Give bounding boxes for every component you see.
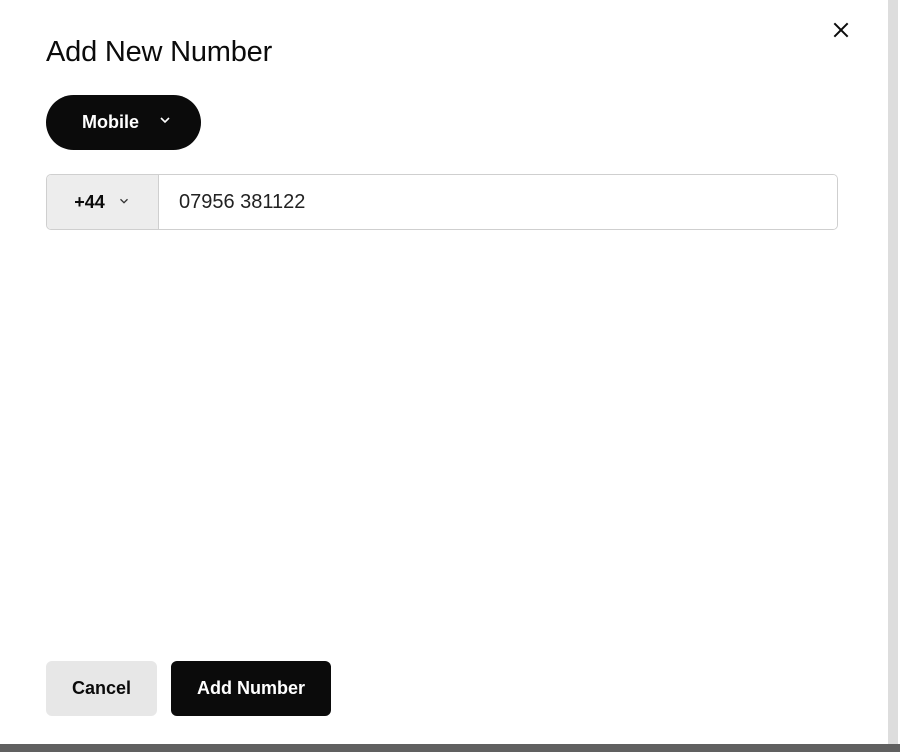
scrollbar-track[interactable]	[888, 0, 898, 744]
cancel-button[interactable]: Cancel	[46, 661, 157, 716]
phone-field-group: +44	[46, 174, 838, 230]
chevron-down-icon	[117, 192, 131, 213]
number-type-label: Mobile	[82, 112, 139, 133]
phone-number-input[interactable]	[159, 175, 837, 229]
dialog-actions: Cancel Add Number	[46, 661, 842, 716]
spacer	[46, 230, 842, 661]
bottom-border	[0, 744, 900, 752]
close-icon	[831, 20, 851, 43]
close-button[interactable]	[826, 16, 856, 46]
country-code-dropdown[interactable]: +44	[47, 175, 159, 229]
country-code-label: +44	[74, 192, 105, 213]
chevron-down-icon	[157, 112, 173, 133]
add-number-dialog: Add New Number Mobile +44 Cancel Add Num…	[0, 0, 888, 744]
dialog-title: Add New Number	[46, 36, 842, 69]
number-type-dropdown[interactable]: Mobile	[46, 95, 201, 150]
add-number-button[interactable]: Add Number	[171, 661, 331, 716]
